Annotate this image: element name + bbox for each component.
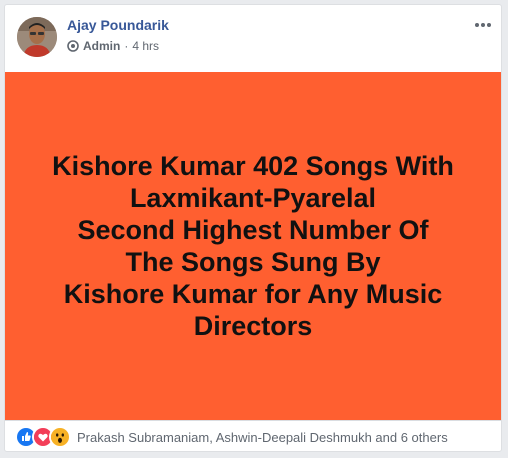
role-label: Admin: [83, 39, 121, 53]
banner-line: Kishore Kumar 402 Songs With: [52, 151, 454, 181]
ellipsis-icon[interactable]: [473, 15, 493, 35]
post-timestamp[interactable]: 4 hrs: [132, 39, 159, 53]
post-meta: Admin · 4 hrs: [67, 39, 159, 53]
banner-line: Kishore Kumar for Any Music: [63, 279, 443, 309]
reactors-summary[interactable]: Prakash Subramaniam, Ashwin-Deepali Desh…: [77, 430, 448, 445]
admin-badge-icon: [67, 40, 79, 52]
reactions-bar: Prakash Subramaniam, Ashwin-Deepali Desh…: [5, 420, 501, 451]
banner-line: Directors: [193, 311, 313, 341]
reaction-icons[interactable]: [15, 426, 73, 448]
post-banner[interactable]: Kishore Kumar 402 Songs With Laxmikant-P…: [5, 72, 501, 420]
banner-line: Second Highest Number Of: [77, 215, 429, 245]
banner-text: Kishore Kumar 402 Songs With Laxmikant-P…: [32, 150, 474, 342]
wow-icon: [49, 426, 71, 448]
author-name[interactable]: Ajay Poundarik: [67, 17, 169, 33]
avatar[interactable]: [17, 17, 57, 57]
post-header: Ajay Poundarik Admin · 4 hrs: [5, 5, 501, 71]
avatar-photo: [17, 17, 57, 57]
banner-line: Laxmikant-Pyarelal: [129, 183, 377, 213]
banner-line: The Songs Sung By: [125, 247, 381, 277]
meta-separator: ·: [124, 39, 129, 53]
post-card: Ajay Poundarik Admin · 4 hrs Kishore Kum…: [4, 4, 502, 452]
